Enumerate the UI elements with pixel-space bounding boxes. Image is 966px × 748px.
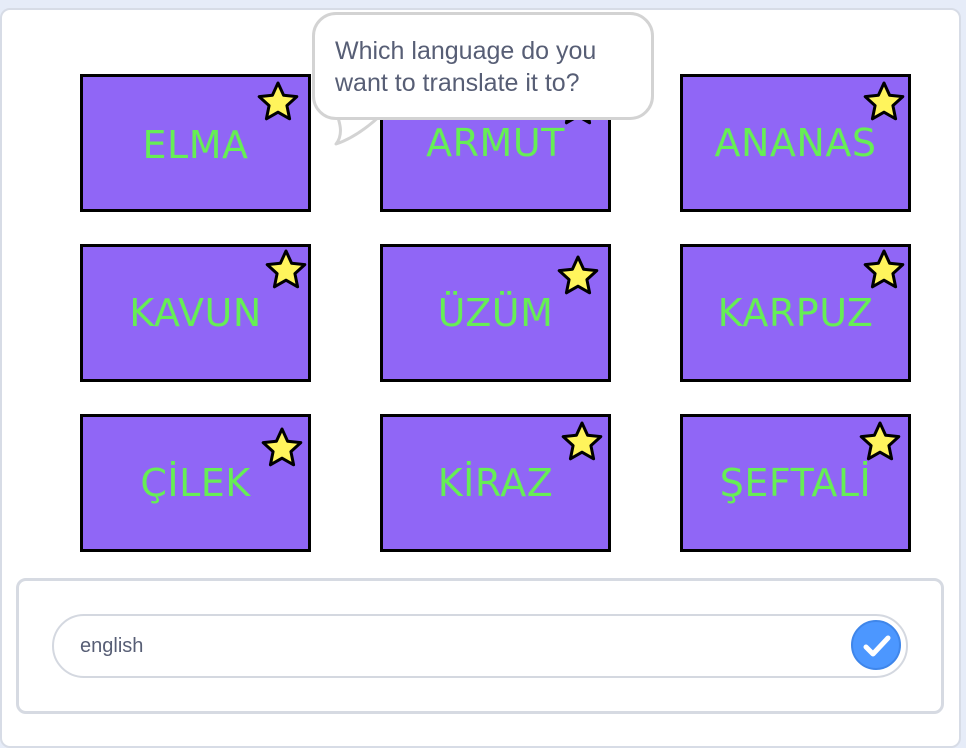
answer-input[interactable]: english xyxy=(52,614,908,678)
star-icon xyxy=(561,421,603,461)
star-icon xyxy=(859,421,901,461)
star-icon xyxy=(863,81,905,121)
star-icon xyxy=(257,81,299,121)
check-icon xyxy=(863,635,891,657)
submit-button[interactable] xyxy=(851,620,901,670)
star-icon xyxy=(261,427,303,467)
answer-input-value: english xyxy=(80,635,144,657)
speech-bubble-text: Which language do you want to translate … xyxy=(335,37,597,97)
speech-bubble-join xyxy=(333,104,385,110)
star-icon xyxy=(557,255,599,295)
star-icon xyxy=(265,249,307,289)
star-icon xyxy=(863,249,905,289)
